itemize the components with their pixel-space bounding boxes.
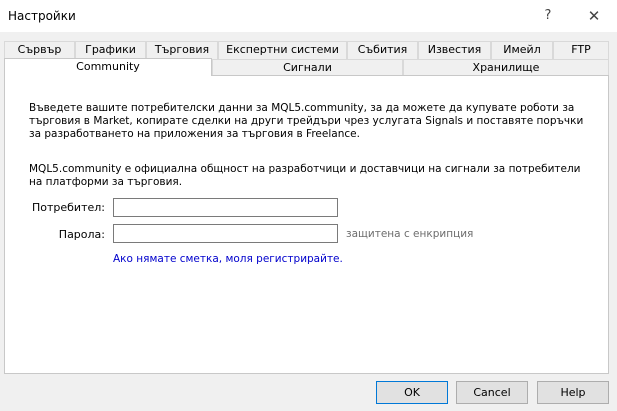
ok-button[interactable]: OK xyxy=(376,381,448,404)
help-button[interactable]: Help xyxy=(537,381,609,404)
tab-email[interactable]: Имейл xyxy=(491,41,553,59)
cancel-button[interactable]: Cancel xyxy=(456,381,528,404)
close-icon[interactable]: ✕ xyxy=(582,5,606,27)
title-bar: Настройки ? ✕ xyxy=(0,0,617,32)
tab-events[interactable]: Събития xyxy=(347,41,418,59)
tab-trade[interactable]: Търговия xyxy=(146,41,218,59)
tab-ftp[interactable]: FTP xyxy=(553,41,609,59)
user-input[interactable] xyxy=(113,198,338,217)
community-description: MQL5.community е официална общност на ра… xyxy=(29,163,581,188)
password-label: Парола: xyxy=(58,228,105,241)
tab-charts[interactable]: Графики xyxy=(75,41,146,59)
tab-storage[interactable]: Хранилище xyxy=(403,59,609,76)
encryption-note: защитена с енкрипция xyxy=(346,228,474,240)
tab-server[interactable]: Сървър xyxy=(4,41,75,59)
intro-text: Въведете вашите потребителски данни за M… xyxy=(29,102,584,140)
tab-community[interactable]: Community xyxy=(4,58,212,76)
tab-notifications[interactable]: Известия xyxy=(418,41,491,59)
password-input[interactable] xyxy=(113,224,338,243)
user-label: Потребител: xyxy=(31,201,105,214)
tab-expert-advisors[interactable]: Експертни системи xyxy=(218,41,347,59)
window-title: Настройки xyxy=(8,9,76,23)
register-link[interactable]: Ако нямате сметка, моля регистрирайте. xyxy=(113,253,343,265)
tab-signals[interactable]: Сигнали xyxy=(212,59,403,76)
help-icon[interactable]: ? xyxy=(536,5,560,27)
